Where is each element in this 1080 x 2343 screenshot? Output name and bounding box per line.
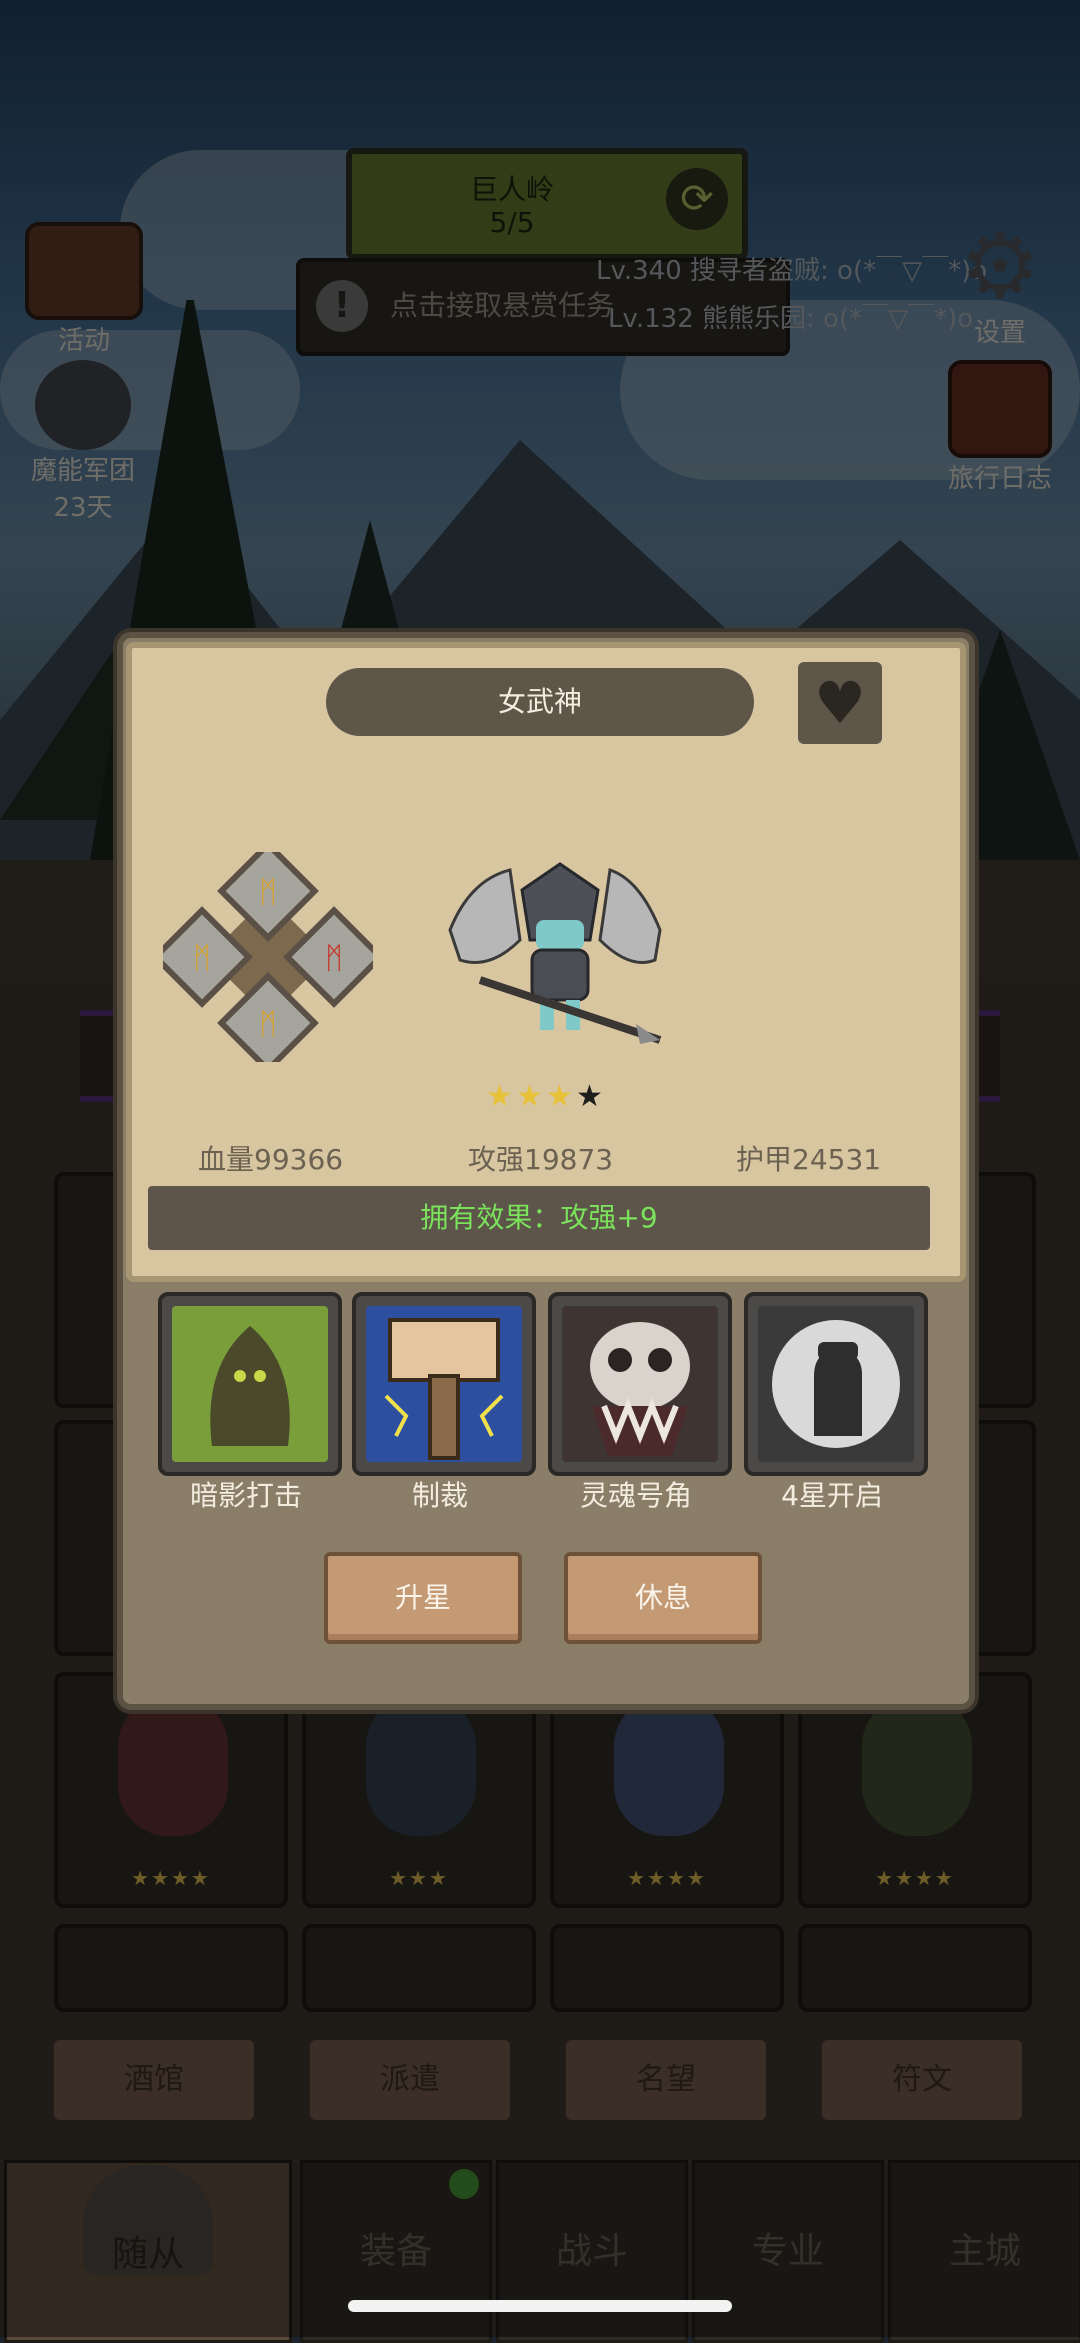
svg-text:ᛗ: ᛗ: [259, 1007, 277, 1042]
svg-text:ᛗ: ᛗ: [193, 941, 211, 976]
rune-slot[interactable]: ᛗ: [217, 852, 319, 942]
heart-icon: ♥: [814, 669, 866, 737]
skill-label: 制裁: [411, 1479, 468, 1512]
rune-slot[interactable]: ᛗ: [283, 906, 373, 1008]
rest-button[interactable]: 休息: [564, 1552, 762, 1644]
hp-stat: 血量99366: [198, 1143, 344, 1176]
rune-slots[interactable]: ᛗ ᛗ ᛗ ᛗ: [163, 852, 373, 1062]
armor-stat: 护甲24531: [736, 1143, 882, 1176]
hero-star-rating: ★ ★ ★ ★: [486, 1079, 604, 1112]
valkyrie-hero-sprite: [448, 862, 662, 1044]
svg-text:ᛗ: ᛗ: [325, 941, 343, 976]
star-icon: ★: [516, 1079, 544, 1112]
rune-slot[interactable]: ᛗ: [217, 972, 319, 1062]
home-indicator[interactable]: [348, 2300, 732, 2312]
skill-shadow-strike[interactable]: [158, 1292, 342, 1476]
skill-label: 暗影打击: [189, 1479, 302, 1512]
skill-sanction[interactable]: [352, 1292, 536, 1476]
star-icon: ★: [576, 1079, 604, 1112]
star-up-button[interactable]: 升星: [324, 1552, 522, 1644]
skill-soul-horn[interactable]: [548, 1292, 732, 1476]
hero-name: 女武神: [326, 668, 754, 736]
locked-fist-icon: [758, 1306, 914, 1462]
skull-horn-icon: [562, 1306, 718, 1462]
favorite-button[interactable]: ♥: [798, 662, 882, 744]
shadow-strike-icon: [172, 1306, 328, 1462]
skill-label: 4星开启: [781, 1479, 883, 1512]
hammer-icon: [366, 1306, 522, 1462]
attack-stat: 攻强19873: [468, 1143, 614, 1176]
star-icon: ★: [546, 1079, 574, 1112]
svg-text:ᛗ: ᛗ: [259, 875, 277, 910]
rune-slot[interactable]: ᛗ: [163, 906, 253, 1008]
star-icon: ★: [486, 1079, 514, 1112]
skill-label: 灵魂号角: [579, 1479, 692, 1512]
skill-locked-4-star[interactable]: [744, 1292, 928, 1476]
owned-effect: 拥有效果：攻强+9: [148, 1186, 930, 1250]
